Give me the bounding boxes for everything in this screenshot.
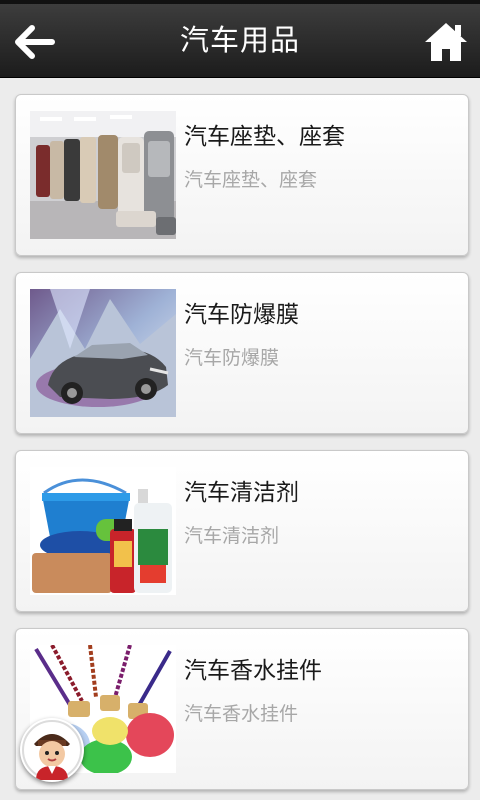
product-category-list: 汽车座垫、座套 汽车座垫、座套 汽车防爆膜 汽车防爆膜 汽车清洁剂 汽车清洁剂 … — [15, 94, 469, 800]
assistant-floating-button[interactable] — [20, 718, 84, 782]
list-item-cleaning-supplies[interactable]: 汽车清洁剂 汽车清洁剂 — [15, 450, 469, 612]
item-title: 汽车香水挂件 — [184, 658, 322, 684]
home-icon — [425, 23, 467, 61]
car-seat-covers-photo — [30, 111, 176, 239]
item-subtitle: 汽车防爆膜 — [184, 347, 280, 369]
app-screen: 汽车用品 汽车座垫、座套 汽车座垫、座套 汽车防爆膜 汽车防爆膜 汽车清洁剂 汽… — [0, 0, 480, 800]
car-cleaning-supplies-photo — [30, 467, 176, 595]
list-item-seat-covers[interactable]: 汽车座垫、座套 汽车座垫、座套 — [15, 94, 469, 256]
item-title: 汽车座垫、座套 — [184, 124, 345, 150]
list-item-perfume-pendants[interactable]: 汽车香水挂件 汽车香水挂件 — [15, 628, 469, 790]
page-title: 汽车用品 — [179, 23, 300, 57]
car-window-film-photo — [30, 289, 176, 417]
assistant-avatar-icon — [22, 720, 82, 780]
item-subtitle: 汽车座垫、座套 — [184, 169, 318, 191]
item-title: 汽车清洁剂 — [184, 480, 299, 506]
item-subtitle: 汽车香水挂件 — [184, 703, 299, 725]
list-item-window-film[interactable]: 汽车防爆膜 汽车防爆膜 — [15, 272, 469, 434]
home-button[interactable] — [422, 18, 470, 66]
top-navigation-bar: 汽车用品 — [0, 4, 480, 78]
item-subtitle: 汽车清洁剂 — [184, 525, 280, 547]
item-title: 汽车防爆膜 — [184, 302, 299, 328]
